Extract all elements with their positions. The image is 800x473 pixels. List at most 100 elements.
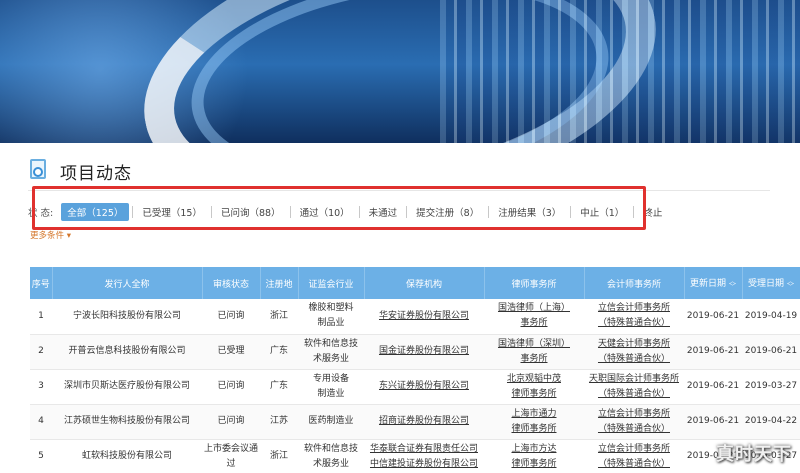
cell-issuer[interactable]: 开普云信息科技股份有限公司 <box>52 334 202 370</box>
cell-industry: 专用设备 制造业 <box>298 369 364 405</box>
col-header-issuer: 发行人全称 <box>52 267 203 299</box>
table-header-row: 序号 发行人全称 审核状态 注册地 证监会行业 保荐机构 律师事务所 会计师事务… <box>30 267 800 299</box>
cell-no: 3 <box>30 369 52 405</box>
cell-law-firm[interactable]: 国浩律师（深圳） 事务所 <box>484 334 584 370</box>
cell-industry: 医药制造业 <box>298 404 364 440</box>
cell-industry-line: 橡胶和塑料 <box>308 303 354 314</box>
cell-accounting-firm[interactable]: 立信会计师事务所 （特殊普通合伙） <box>584 439 684 473</box>
cell-updated: 2019-06-21 <box>684 369 742 405</box>
col-header-accepted[interactable]: 受理日期 ︿ ﹀ <box>742 267 800 299</box>
cell-sponsor-line: 中信建投证券股份有限公司 <box>369 458 478 469</box>
cell-acct-line: （特殊普通合伙） <box>597 388 670 399</box>
cell-sponsor[interactable]: 招商证券股份有限公司 <box>364 404 484 440</box>
cell-region: 广东 <box>260 334 298 370</box>
sort-icon[interactable]: ︿ ﹀ <box>729 277 736 290</box>
cell-issuer[interactable]: 虹软科技股份有限公司 <box>52 439 202 473</box>
more-conditions-link[interactable]: 更多条件 ▾ <box>30 229 71 241</box>
cell-industry: 软件和信息技 术服务业 <box>298 439 364 473</box>
cell-acct-line: （特殊普通合伙） <box>597 318 670 329</box>
cell-issuer[interactable]: 宁波长阳科技股份有限公司 <box>52 299 202 335</box>
table-row: 4 江苏硕世生物科技股份有限公司 已问询 江苏 医药制造业 招商证券股份有限公司… <box>30 404 800 440</box>
col-header-industry: 证监会行业 <box>298 267 365 299</box>
banner-city-lights <box>440 0 800 143</box>
cell-status: 已问询 <box>202 369 260 405</box>
cell-acct-line: 天健会计师事务所 <box>597 338 670 349</box>
cell-law-line: 事务所 <box>520 353 548 364</box>
cell-sponsor[interactable]: 国金证券股份有限公司 <box>364 334 484 370</box>
cell-accepted: 2019-04-22 <box>742 404 800 440</box>
cell-sponsor[interactable]: 华泰联合证券有限责任公司 中信建投证券股份有限公司 <box>364 439 484 473</box>
cell-status: 已问询 <box>202 299 260 335</box>
col-header-status: 审核状态 <box>202 267 261 299</box>
col-header-sponsor: 保荐机构 <box>364 267 485 299</box>
cell-sponsor[interactable]: 华安证券股份有限公司 <box>364 299 484 335</box>
cell-industry: 软件和信息技 术服务业 <box>298 334 364 370</box>
cell-law-line: 国浩律师（上海） <box>497 303 570 314</box>
watermark-text: 真时天下 <box>716 444 792 465</box>
col-header-updated[interactable]: 更新日期 ︿ ﹀ <box>684 267 743 299</box>
cell-accounting-firm[interactable]: 天健会计师事务所 （特殊普通合伙） <box>584 334 684 370</box>
table-row: 3 深圳市贝斯达医疗股份有限公司 已问询 广东 专用设备 制造业 东兴证券股份有限… <box>30 369 800 405</box>
table-row: 5 虹软科技股份有限公司 上市委会议通过 浙江 软件和信息技 术服务业 华泰联合证… <box>30 439 800 473</box>
cell-industry-line: 软件和信息技 <box>303 443 358 454</box>
col-header-accepted-label: 受理日期 <box>747 279 784 290</box>
cell-no: 5 <box>30 439 52 473</box>
cell-acct-line: 立信会计师事务所 <box>597 443 670 454</box>
cell-sponsor-line: 华泰联合证券有限责任公司 <box>369 443 478 454</box>
cell-no: 2 <box>30 334 52 370</box>
cell-accepted: 2019-03-27 <box>742 369 800 405</box>
table-row: 2 开普云信息科技股份有限公司 已受理 广东 软件和信息技 术服务业 国金证券股份… <box>30 334 800 370</box>
cell-region: 江苏 <box>260 404 298 440</box>
col-header-accounting-firm: 会计师事务所 <box>584 267 685 299</box>
cell-accepted: 2019-04-19 <box>742 299 800 335</box>
cell-accepted: 2019-06-21 <box>742 334 800 370</box>
cell-acct-line: （特殊普通合伙） <box>597 353 670 364</box>
cell-law-line: 上海市方达 <box>511 443 557 454</box>
cell-acct-line: 天职国际会计师事务所 <box>588 373 679 384</box>
cell-law-firm[interactable]: 北京观韬中茂 律师事务所 <box>484 369 584 405</box>
cell-issuer[interactable]: 深圳市贝斯达医疗股份有限公司 <box>52 369 202 405</box>
cell-accounting-firm[interactable]: 立信会计师事务所 （特殊普通合伙） <box>584 404 684 440</box>
project-table: 序号 发行人全称 审核状态 注册地 证监会行业 保荐机构 律师事务所 会计师事务… <box>30 267 800 473</box>
cell-law-line: 律师事务所 <box>511 423 557 434</box>
cell-acct-line: （特殊普通合伙） <box>597 423 670 434</box>
cell-industry-line: 制造业 <box>317 388 345 399</box>
cell-status: 已问询 <box>202 404 260 440</box>
cell-region: 浙江 <box>260 299 298 335</box>
cell-updated: 2019-06-21 <box>684 334 742 370</box>
cell-updated: 2019-06-21 <box>684 404 742 440</box>
cell-industry-line: 软件和信息技 <box>303 338 358 349</box>
page-title: 项目动态 <box>60 163 132 184</box>
cell-region: 浙江 <box>260 439 298 473</box>
col-header-region: 注册地 <box>260 267 299 299</box>
cell-industry-line: 制品业 <box>317 318 345 329</box>
cell-law-firm[interactable]: 上海市方达律师事务所 <box>484 439 584 473</box>
cell-law-line: 事务所 <box>520 318 548 329</box>
cell-accounting-firm[interactable]: 立信会计师事务所 （特殊普通合伙） <box>584 299 684 335</box>
table-row: 1 宁波长阳科技股份有限公司 已问询 浙江 橡胶和塑料 制品业 华安证券股份有限公… <box>30 299 800 335</box>
cell-acct-line: （特殊普通合伙） <box>597 458 670 469</box>
cell-law-line: 上海市通力 <box>511 408 557 419</box>
cell-law-firm[interactable]: 上海市通力律师事务所 <box>484 404 584 440</box>
hero-banner <box>0 0 800 143</box>
cell-status: 上市委会议通过 <box>202 439 260 473</box>
cell-law-line: 律师事务所 <box>511 458 557 469</box>
cell-industry-line: 术服务业 <box>312 353 349 364</box>
project-doc-icon <box>28 159 48 183</box>
cell-law-firm[interactable]: 国浩律师（上海） 事务所 <box>484 299 584 335</box>
col-header-updated-label: 更新日期 <box>689 279 726 290</box>
cell-region: 广东 <box>260 369 298 405</box>
cell-sponsor[interactable]: 东兴证券股份有限公司 <box>364 369 484 405</box>
cell-law-line: 国浩律师（深圳） <box>497 338 570 349</box>
cell-industry-line: 术服务业 <box>312 458 349 469</box>
col-header-no: 序号 <box>30 267 53 299</box>
cell-accounting-firm[interactable]: 天职国际会计师事务所 （特殊普通合伙） <box>584 369 684 405</box>
sort-icon[interactable]: ︿ ﹀ <box>787 277 794 290</box>
cell-updated: 2019-06-21 <box>684 299 742 335</box>
cell-industry: 橡胶和塑料 制品业 <box>298 299 364 335</box>
cell-law-line: 律师事务所 <box>511 388 557 399</box>
cell-issuer[interactable]: 江苏硕世生物科技股份有限公司 <box>52 404 202 440</box>
cell-law-line: 北京观韬中茂 <box>506 373 561 384</box>
annotation-highlight-box <box>32 186 646 230</box>
cell-acct-line: 立信会计师事务所 <box>597 408 670 419</box>
